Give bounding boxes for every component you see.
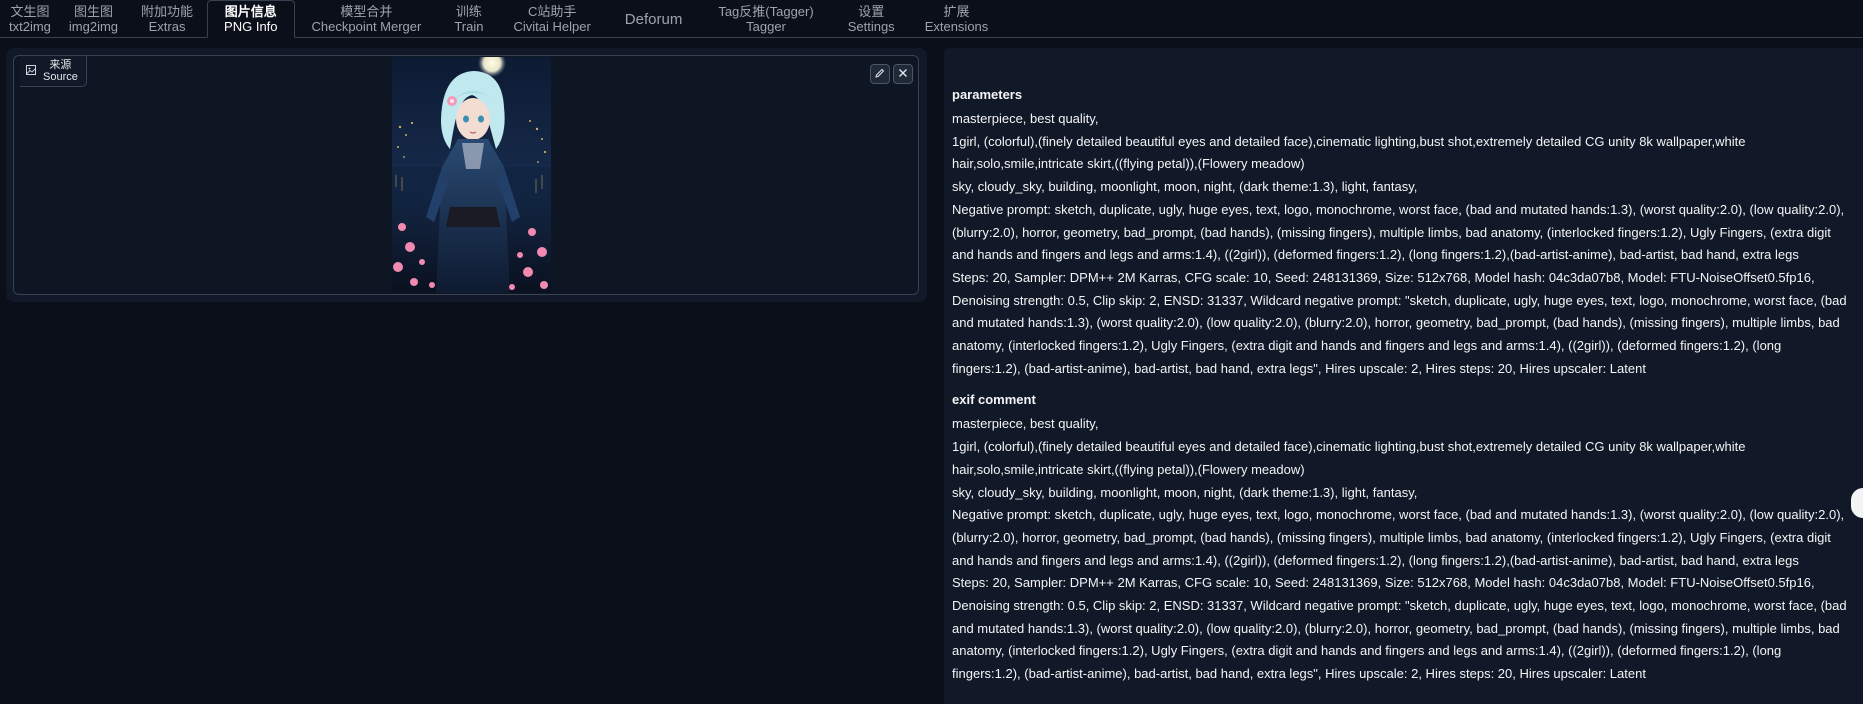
generation-info: parameters masterpiece, best quality, 1g… bbox=[952, 81, 1852, 692]
tab-deforum[interactable]: Deforum bbox=[605, 1, 703, 37]
tab-sublabel: Settings bbox=[847, 19, 895, 34]
tab-label: 图生图 bbox=[73, 4, 113, 19]
parameters-text: masterpiece, best quality, 1girl, (color… bbox=[952, 108, 1852, 380]
tab-sublabel: PNG Info bbox=[224, 19, 278, 34]
info-line: sky, cloudy_sky, building, moonlight, mo… bbox=[952, 484, 1418, 500]
info-line: 1girl, (colorful),(finely detailed beaut… bbox=[952, 439, 1746, 477]
tab-settings[interactable]: 设置 Settings bbox=[830, 1, 913, 37]
tab-label: 附加功能 bbox=[141, 4, 194, 19]
close-icon bbox=[898, 67, 908, 81]
tab-label: 扩展 bbox=[943, 4, 970, 19]
tab-label: 模型合并 bbox=[340, 4, 393, 19]
tab-label: 设置 bbox=[858, 4, 885, 19]
scroll-handle[interactable] bbox=[1851, 488, 1863, 518]
image-icon bbox=[26, 64, 36, 78]
tab-bar: 文生图 txt2img 图生图 img2img 附加功能 Extras 图片信息… bbox=[0, 0, 1863, 38]
png-info-output: parameters masterpiece, best quality, 1g… bbox=[944, 48, 1863, 704]
tab-label: 训练 bbox=[455, 4, 482, 19]
info-line: 1girl, (colorful),(finely detailed beaut… bbox=[952, 133, 1746, 172]
pencil-icon bbox=[875, 67, 885, 81]
tab-tagger[interactable]: Tag反推(Tagger) Tagger bbox=[702, 1, 829, 37]
exif-text: masterpiece, best quality, 1girl, (color… bbox=[952, 413, 1852, 685]
info-line: Steps: 20, Sampler: DPM++ 2M Karras, CFG… bbox=[952, 575, 1847, 682]
tab-label: C站助手 bbox=[527, 4, 577, 19]
uploaded-image bbox=[392, 57, 551, 293]
tab-label: Deforum bbox=[624, 10, 683, 28]
tab-img2img[interactable]: 图生图 img2img bbox=[60, 1, 127, 37]
info-line: masterpiece, best quality, bbox=[952, 111, 1099, 126]
tab-sublabel: img2img bbox=[68, 19, 119, 34]
tab-txt2img[interactable]: 文生图 txt2img bbox=[0, 1, 60, 37]
exif-heading: exif comment bbox=[952, 392, 1036, 408]
tab-label: 图片信息 bbox=[224, 4, 277, 19]
tab-checkpoint-merger[interactable]: 模型合并 Checkpoint Merger bbox=[295, 1, 439, 37]
tab-sublabel: Checkpoint Merger bbox=[311, 19, 422, 34]
info-line: Negative prompt: sketch, duplicate, ugly… bbox=[952, 507, 1845, 568]
info-line: sky, cloudy_sky, building, moonlight, mo… bbox=[952, 179, 1418, 195]
source-label: 来源 Source bbox=[20, 56, 87, 87]
tab-png-info[interactable]: 图片信息 PNG Info bbox=[207, 0, 295, 38]
tab-extensions[interactable]: 扩展 Extensions bbox=[913, 1, 1001, 37]
tab-civitai-helper[interactable]: C站助手 Civitai Helper bbox=[499, 1, 604, 37]
tab-sublabel: Extras bbox=[148, 19, 186, 34]
tab-sublabel: Extensions bbox=[924, 19, 989, 34]
clear-image-button[interactable] bbox=[893, 64, 913, 84]
parameters-heading: parameters bbox=[952, 87, 1023, 102]
source-label-en: Source bbox=[43, 71, 78, 83]
tab-label: Tag反推(Tagger) bbox=[718, 4, 814, 19]
tab-sublabel: Train bbox=[454, 19, 484, 34]
tab-sublabel: Civitai Helper bbox=[513, 19, 591, 34]
tab-label: 文生图 bbox=[10, 4, 50, 19]
info-line: Steps: 20, Sampler: DPM++ 2M Karras, CFG… bbox=[952, 269, 1847, 376]
tab-train[interactable]: 训练 Train bbox=[438, 1, 499, 37]
tab-extras[interactable]: 附加功能 Extras bbox=[127, 1, 207, 37]
tab-sublabel: Tagger bbox=[746, 19, 786, 34]
source-image-dropzone[interactable]: 来源 Source bbox=[13, 55, 919, 295]
tab-sublabel: txt2img bbox=[9, 19, 51, 34]
edit-image-button[interactable] bbox=[870, 64, 890, 84]
source-label-cn: 来源 bbox=[49, 59, 72, 71]
source-panel: 来源 Source bbox=[6, 48, 927, 302]
info-line: masterpiece, best quality, bbox=[952, 416, 1099, 432]
info-line: Negative prompt: sketch, duplicate, ugly… bbox=[952, 201, 1845, 263]
